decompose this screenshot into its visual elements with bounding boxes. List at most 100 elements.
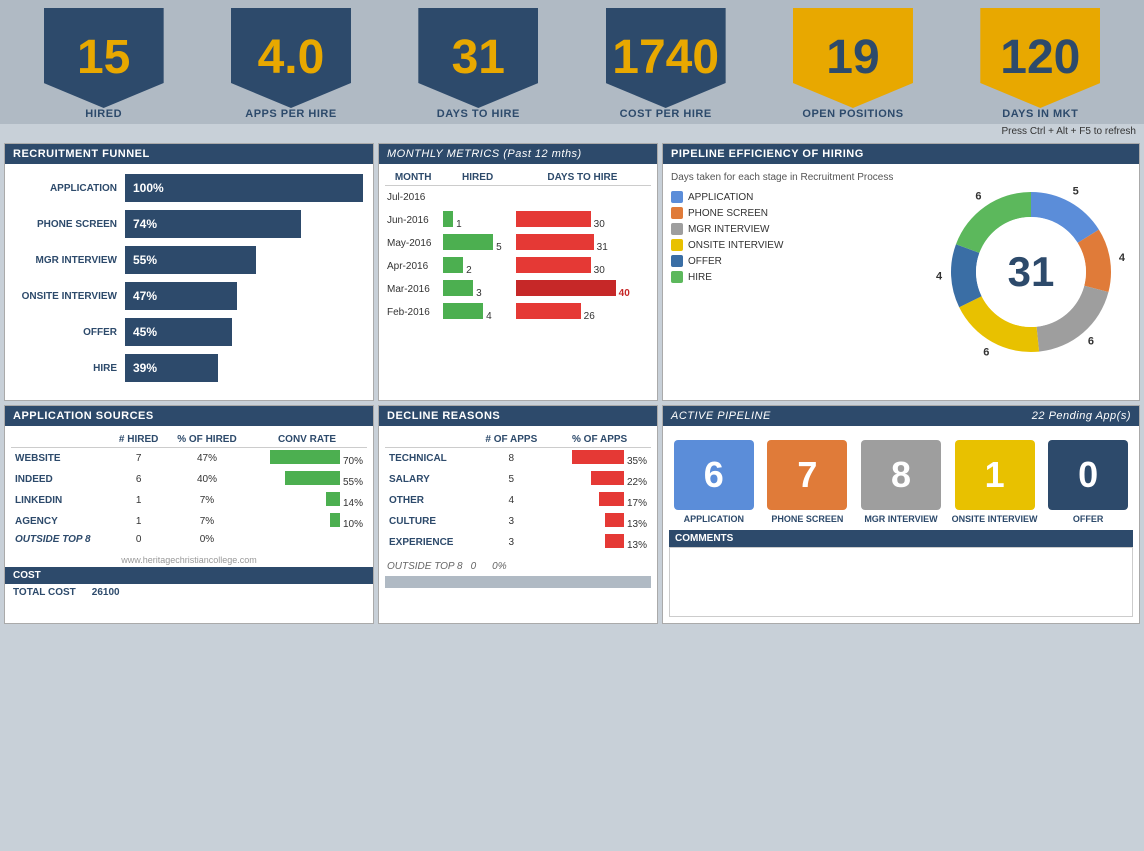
- stage-number: 8: [861, 440, 941, 510]
- month-label: May-2016: [385, 232, 441, 255]
- sources-table: # HIRED% OF HIREDCONV RATE WEBSITE 7 47%…: [11, 432, 367, 547]
- monthly-row: Feb-2016 4 26: [385, 301, 651, 324]
- stage-number: 7: [767, 440, 847, 510]
- legend-label: PHONE SCREEN: [688, 208, 768, 219]
- cost-row: TOTAL COST 26100: [5, 584, 373, 601]
- monthly-row: Apr-2016 2 30: [385, 255, 651, 278]
- decline-outside-row: OUTSIDE TOP 8 0 0%: [379, 559, 657, 574]
- funnel-bar: 74%: [125, 210, 301, 238]
- kpi-label-text: COST PER HIRE: [572, 108, 759, 120]
- donut-label: 6: [1088, 336, 1094, 348]
- decline-bar: [605, 513, 625, 527]
- decline-reason: EXPERIENCE: [385, 532, 474, 553]
- funnel-row: PHONE SCREEN 74%: [15, 210, 363, 238]
- decline-pct: 13%: [548, 511, 651, 532]
- days-cell: 31: [514, 232, 651, 255]
- funnel-label: PHONE SCREEN: [15, 219, 125, 230]
- stage-name: OFFER: [1073, 514, 1104, 524]
- legend-label: MGR INTERVIEW: [688, 224, 769, 235]
- stage-card: 0 OFFER: [1043, 440, 1133, 524]
- monthly-body: MONTHHIREDDAYS TO HIRE Jul-2016 Jun-2016…: [379, 164, 657, 330]
- sources-row: AGENCY 1 7% 10%: [11, 511, 367, 532]
- donut-label: 6: [975, 190, 981, 202]
- conv-bar: [326, 492, 340, 506]
- stage-cards: 6 APPLICATION 7 PHONE SCREEN 8 MGR INTER…: [669, 440, 1133, 524]
- hired-cell: 3: [441, 278, 514, 301]
- decline-reason: SALARY: [385, 469, 474, 490]
- days-cell: [514, 186, 651, 210]
- month-label: Feb-2016: [385, 301, 441, 324]
- funnel-bar-text: 47%: [133, 289, 157, 303]
- kpi-value: 1740: [612, 34, 719, 82]
- decline-bar: [599, 492, 625, 506]
- funnel-label: OFFER: [15, 327, 125, 338]
- hired-cell: 1: [441, 209, 514, 232]
- donut-center-value: 31: [1008, 248, 1055, 296]
- decline-row: CULTURE 3 13%: [385, 511, 651, 532]
- funnel-bar-container: 45%: [125, 318, 363, 346]
- decline-apps: 3: [474, 511, 548, 532]
- kpi-value: 31: [452, 34, 505, 82]
- sources-header: # HIRED: [110, 432, 166, 448]
- funnel-bar: 100%: [125, 174, 363, 202]
- monthly-header: MONTHLY METRICS (Past 12 mths): [379, 144, 657, 164]
- decline-header: DECLINE REASONS: [379, 406, 657, 426]
- source-conv: 70%: [247, 448, 367, 470]
- stage-name: MGR INTERVIEW: [864, 514, 937, 524]
- legend-item: PHONE SCREEN: [671, 207, 921, 219]
- funnel-bar-container: 39%: [125, 354, 363, 382]
- cost-section: COST: [5, 567, 373, 584]
- source-hired: 6: [110, 469, 166, 490]
- monthly-panel: MONTHLY METRICS (Past 12 mths) MONTHHIRE…: [378, 143, 658, 401]
- decline-bar: [572, 450, 625, 464]
- stage-number: 6: [674, 440, 754, 510]
- pipeline-header: PIPELINE EFFICIENCY OF HIRING: [663, 144, 1139, 164]
- days-bar: [516, 211, 591, 227]
- funnel-row: OFFER 45%: [15, 318, 363, 346]
- source-conv: 14%: [247, 490, 367, 511]
- days-bar: [516, 234, 594, 250]
- month-label: Jun-2016: [385, 209, 441, 232]
- decline-outside-bar: [385, 576, 651, 588]
- main-content: RECRUITMENT FUNNEL APPLICATION 100% PHON…: [0, 139, 1144, 628]
- funnel-bar-container: 74%: [125, 210, 363, 238]
- kpi-label-text: DAYS TO HIRE: [385, 108, 572, 120]
- sources-header: [11, 432, 110, 448]
- funnel-bar-container: 100%: [125, 174, 363, 202]
- donut-label: 4: [1119, 252, 1126, 264]
- active-body: 6 APPLICATION 7 PHONE SCREEN 8 MGR INTER…: [663, 426, 1139, 623]
- hired-cell: [441, 186, 514, 210]
- decline-bar: [591, 471, 624, 485]
- comments-header: COMMENTS: [669, 530, 1133, 547]
- app-sources-panel: APPLICATION SOURCES # HIRED% OF HIREDCON…: [4, 405, 374, 624]
- legend-dot: [671, 255, 683, 267]
- funnel-bar: 55%: [125, 246, 256, 274]
- conv-label: 55%: [343, 477, 363, 488]
- hired-cell: 4: [441, 301, 514, 324]
- decline-body: # OF APPS% OF APPS TECHNICAL 8 35% SALAR…: [379, 426, 657, 559]
- app-sources-header: APPLICATION SOURCES: [5, 406, 373, 426]
- kpi-badge: 19: [793, 8, 913, 108]
- donut-label: 4: [936, 271, 943, 283]
- kpi-labels-row: HIREDAPPS PER HIREDAYS TO HIRECOST PER H…: [0, 108, 1144, 124]
- conv-label: 14%: [343, 498, 363, 509]
- days-cell: 40: [514, 278, 651, 301]
- decline-apps: 4: [474, 490, 548, 511]
- monthly-table: MONTHHIREDDAYS TO HIRE Jul-2016 Jun-2016…: [385, 170, 651, 324]
- legend-dot: [671, 191, 683, 203]
- source-hired: 1: [110, 490, 166, 511]
- kpi-label-text: DAYS IN MKT: [947, 108, 1134, 120]
- legend-dot: [671, 271, 683, 283]
- conv-bar: [270, 450, 340, 464]
- legend-dot: [671, 239, 683, 251]
- legend-label: ONSITE INTERVIEW: [688, 240, 783, 251]
- source-pct: 40%: [167, 469, 247, 490]
- donut-chart: 546646 31: [931, 172, 1131, 372]
- decline-pct: 17%: [548, 490, 651, 511]
- decline-apps: 5: [474, 469, 548, 490]
- funnel-bar-text: 39%: [133, 361, 157, 375]
- funnel-bar: 47%: [125, 282, 237, 310]
- funnel-label: ONSITE INTERVIEW: [15, 291, 125, 302]
- sources-row: WEBSITE 7 47% 70%: [11, 448, 367, 470]
- monthly-col-header: HIRED: [441, 170, 514, 186]
